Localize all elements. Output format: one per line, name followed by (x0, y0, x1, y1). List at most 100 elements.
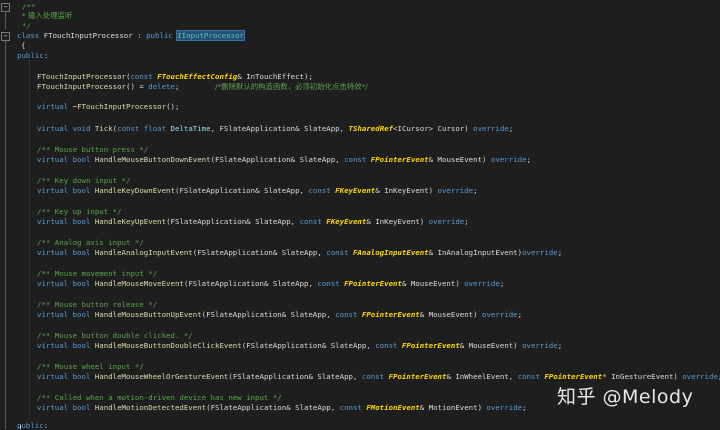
code-token: FPointerEvent (388, 372, 447, 381)
code-token: & SlateApp, (321, 341, 376, 350)
code-token: DeltaTime (170, 124, 211, 133)
code-token: const (344, 155, 371, 164)
code-line[interactable]: /** Mouse button press */ (37, 145, 148, 154)
code-token: { (21, 41, 26, 50)
code-token: override (490, 155, 527, 164)
code-token: FSlateApplication (188, 279, 264, 288)
code-line[interactable]: virtual bool HandleMotionDetectedEvent(F… (37, 403, 527, 412)
code-token: virtual bool (37, 186, 95, 195)
code-line[interactable]: virtual bool HandleAnalogInputEvent(FSla… (37, 248, 562, 257)
code-line[interactable]: virtual bool HandleMouseMoveEvent(FSlate… (37, 279, 504, 288)
code-line[interactable]: /** (22, 2, 35, 11)
code-line[interactable]: * 输入处理监听 (22, 11, 72, 20)
code-token: HandleKeyDownEvent (94, 186, 175, 195)
code-line[interactable]: /** Mouse button double clicked. */ (37, 331, 193, 340)
code-line[interactable]: public: (17, 51, 48, 60)
code-token: FTouchInputProcessor (77, 102, 167, 111)
code-token: HandleMouseButtonDoubleClickEvent (94, 341, 242, 350)
code-token: class (17, 31, 44, 40)
code-token: override (486, 403, 523, 412)
code-token: & SlateApp, (286, 403, 340, 412)
code-token: ; (499, 279, 505, 288)
code-line[interactable]: */ (22, 21, 31, 30)
code-token: : (132, 31, 147, 40)
code-editor[interactable]: − − /** * 输入处理监听 */class FTouchInputProces… (0, 0, 720, 430)
code-line[interactable]: FTouchInputProcessor(const FTouchEffectC… (37, 72, 313, 81)
code-token: FKeyEvent (335, 186, 376, 195)
code-token: const (361, 372, 389, 381)
code-token: & SlateApp, (272, 248, 327, 257)
code-token: override (428, 217, 465, 226)
code-token: virtual bool (37, 372, 95, 381)
code-token: /*删除默认的构造函数，必须初始化点击特效*/ (215, 82, 368, 91)
code-line[interactable]: /** Mouse button release */ (37, 300, 157, 309)
code-token: const (130, 72, 158, 81)
code-token: & InKeyEvent) (366, 217, 429, 226)
code-token: FTouchInputProcessor (37, 72, 126, 81)
code-line[interactable]: /** Key up input */ (37, 207, 122, 216)
code-token: const (335, 310, 362, 319)
code-line[interactable]: class FTouchInputProcessor : public IInp… (17, 30, 245, 41)
code-token: override (522, 341, 558, 350)
code-token: virtual bool (37, 155, 95, 164)
code-token: virtual bool (37, 217, 95, 226)
code-line[interactable]: virtual bool HandleMouseButtonDoubleClic… (37, 341, 562, 350)
code-line[interactable]: virtual bool HandleMouseWheelOrGestureEv… (37, 372, 720, 381)
code-token: HandleMouseMoveEvent (94, 279, 184, 288)
code-token: virtual bool (37, 279, 95, 288)
code-line[interactable]: virtual bool HandleKeyDownEvent(FSlateAp… (37, 186, 478, 195)
code-token: override (522, 248, 558, 257)
code-token: /** Analog axis input */ (37, 238, 144, 247)
code-line[interactable]: FTouchInputProcessor() = delete; /*删除默认的… (37, 82, 368, 91)
code-token: : (43, 51, 49, 60)
code-token: ; (508, 124, 514, 133)
code-token: virtual (37, 102, 73, 111)
code-token: ICursor (397, 124, 429, 133)
code-token: /** Key up input */ (37, 207, 122, 216)
code-token: FSlateApplication (197, 248, 273, 257)
code-line[interactable]: /** Key down input */ (37, 176, 130, 185)
code-token: FTouchInputProcessor (43, 31, 133, 40)
code-token: virtual bool (37, 310, 95, 319)
code-token: FSlateApplication (206, 310, 282, 319)
code-token: ; (174, 82, 215, 91)
code-token: & MouseEvent) (419, 310, 483, 319)
code-token: FPointerEvent (344, 279, 402, 288)
code-token: ; (557, 341, 563, 350)
zhihu-watermark: 知乎 @Melody (557, 386, 694, 408)
code-line[interactable]: /** Analog axis input */ (37, 238, 144, 247)
code-token: FSlateApplication (179, 186, 256, 195)
code-token: HandleMouseButtonUpEvent (94, 310, 202, 319)
code-token: const (375, 341, 402, 350)
code-token: ; (557, 248, 563, 257)
code-line[interactable]: virtual bool HandleMouseButtonUpEvent(FS… (37, 310, 522, 319)
code-token: ; (526, 155, 531, 164)
code-line[interactable]: virtual ~FTouchInputProcessor(); (37, 102, 179, 111)
code-token: const (326, 248, 353, 257)
code-line[interactable]: /** Called when a motion-driven device h… (37, 393, 282, 402)
code-line[interactable]: /** Mouse wheel input */ (37, 362, 144, 371)
code-line[interactable]: virtual void Tick(const float DeltaTime,… (37, 124, 513, 133)
code-token: virtual bool (37, 403, 95, 412)
code-text-area[interactable]: /** * 输入处理监听 */class FTouchInputProcessor … (17, 0, 720, 430)
code-token: & InTouchEffect); (237, 72, 313, 81)
code-token: override (464, 279, 500, 288)
code-token: const (299, 217, 327, 226)
code-token: override (482, 310, 518, 319)
code-token: & SlateApp, (246, 217, 300, 226)
code-token: ; (464, 217, 469, 226)
code-line[interactable]: virtual bool HandleMouseButtonDownEvent(… (37, 155, 531, 164)
selected-identifier: IInputProcessor (176, 30, 245, 41)
code-line[interactable]: virtual bool HandleKeyUpEvent(FSlateAppl… (37, 217, 469, 226)
code-token: virtual void (37, 124, 95, 133)
code-token: */ (22, 21, 31, 30)
code-line[interactable]: /** Mouse movement input */ (37, 269, 157, 278)
code-token: & SlateApp, (263, 279, 318, 288)
code-token: ; (473, 186, 478, 195)
code-token: HandleMouseButtonDownEvent (94, 155, 211, 164)
code-token: /** Mouse button release */ (37, 300, 158, 309)
code-token: override (682, 372, 718, 381)
code-token: override (473, 124, 509, 133)
code-token: FSlateApplication (170, 217, 247, 226)
code-line[interactable]: { (21, 41, 25, 50)
